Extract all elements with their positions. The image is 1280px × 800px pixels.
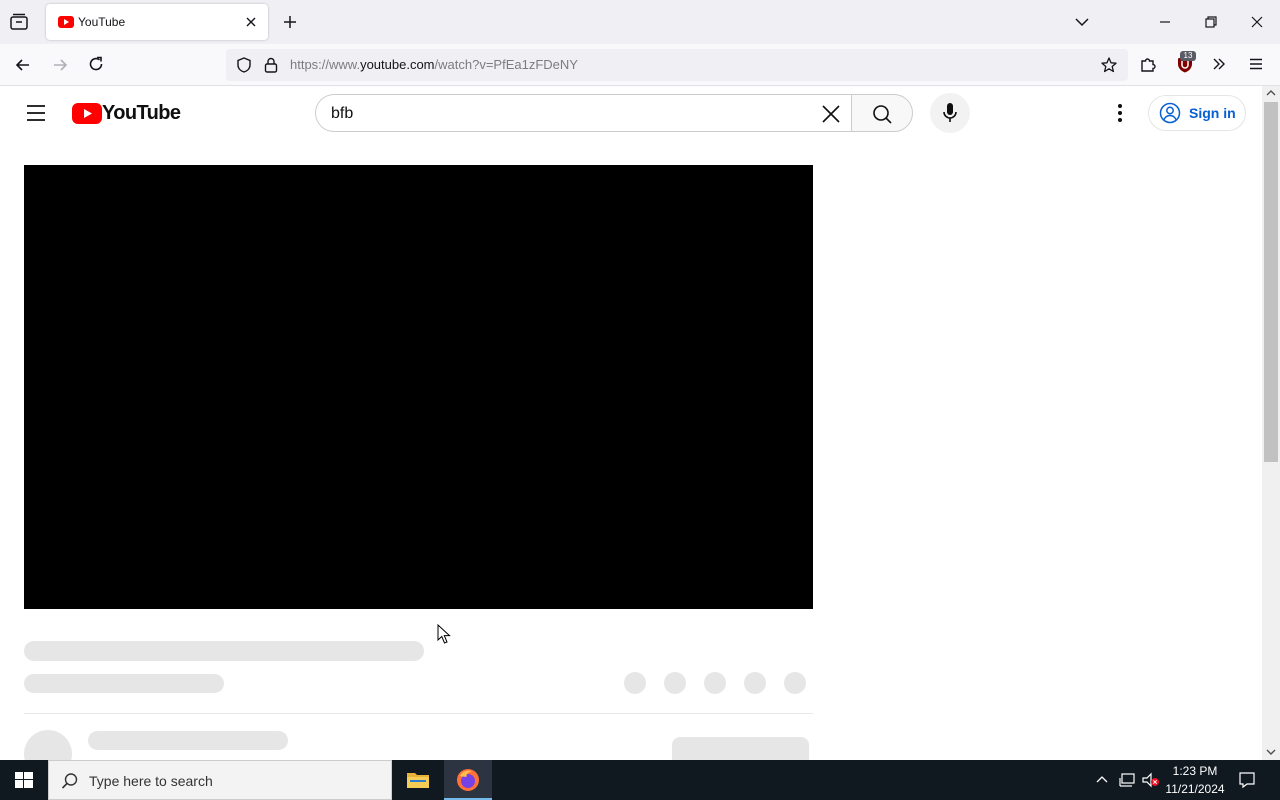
account-icon [1159,102,1181,124]
channel-placeholder [24,674,224,693]
sign-in-button[interactable]: Sign in [1148,95,1246,131]
search-button[interactable] [851,94,913,132]
volume-muted-icon[interactable] [1141,772,1161,788]
reload-icon[interactable] [87,55,105,73]
chevron-down-icon[interactable] [1266,748,1276,756]
close-icon[interactable] [244,15,258,29]
windows-taskbar: Type here to search 1:23 PM 11/21/2024 [0,760,1280,800]
url-prefix: https://www. [290,57,361,72]
chevron-up-icon[interactable] [1266,89,1276,97]
url-bar[interactable]: https://www.youtube.com/watch?v=PfEa1zFD… [226,49,1128,81]
voice-search-button[interactable] [930,93,970,133]
extensions-icon[interactable] [1139,55,1157,73]
search-icon [871,103,893,125]
notification-icon[interactable] [1238,771,1256,789]
scroll-thumb[interactable] [1264,102,1278,462]
minimize-icon[interactable] [1158,15,1172,29]
navigation-toolbar: https://www.youtube.com/watch?v=PfEa1zFD… [0,44,1280,130]
firefox-icon [456,768,480,792]
title-placeholder [24,641,424,661]
youtube-page: YouTube bfb Sign in [0,86,1262,760]
back-icon[interactable] [14,56,32,74]
action-placeholder [624,672,646,694]
windows-start-icon[interactable] [15,772,33,788]
clear-search-icon[interactable] [820,103,842,125]
url-host: youtube.com [360,57,435,72]
taskbar-search-box[interactable]: Type here to search [48,760,392,800]
mic-icon [941,102,959,124]
youtube-logo-icon[interactable] [72,103,102,124]
file-explorer-icon[interactable] [406,770,430,790]
search-input[interactable]: bfb [315,94,851,132]
firefox-taskbar-button[interactable] [444,760,492,800]
subscribe-placeholder [672,737,809,760]
tab-youtube[interactable]: YouTube [46,4,268,40]
tab-overview-icon[interactable] [8,12,30,32]
chevron-up-icon[interactable] [1096,775,1108,785]
new-tab-icon[interactable] [282,14,298,30]
action-placeholder [704,672,726,694]
search-value: bfb [331,105,354,122]
forward-icon[interactable] [51,56,69,74]
youtube-logo-text[interactable]: YouTube [102,102,181,125]
page-scrollbar[interactable] [1262,86,1280,760]
avatar-placeholder [24,730,72,760]
bookmark-star-icon[interactable] [1100,56,1118,74]
tab-title: YouTube [78,15,126,29]
window-close-icon[interactable] [1250,15,1264,29]
extension-badge: 13 [1180,51,1196,61]
network-icon[interactable] [1118,772,1136,788]
more-vert-icon[interactable] [1112,102,1128,124]
search-icon [61,772,79,790]
clock-time[interactable]: 1:23 PM [1166,764,1224,778]
action-placeholder [744,672,766,694]
tab-bar: YouTube [0,0,1280,44]
lock-icon[interactable] [263,56,279,74]
overflow-icon[interactable] [1211,56,1227,72]
restore-icon[interactable] [1204,15,1218,29]
shield-icon[interactable] [235,56,253,74]
sign-in-label: Sign in [1189,105,1236,121]
action-placeholder [784,672,806,694]
list-all-tabs-icon[interactable] [1074,14,1090,30]
divider [24,713,813,714]
video-player[interactable] [24,165,813,609]
owner-placeholder [88,731,288,750]
mouse-cursor [437,624,451,644]
youtube-favicon [58,15,74,29]
taskbar-search-placeholder: Type here to search [89,773,213,789]
menu-icon[interactable] [1248,56,1264,72]
action-placeholder [664,672,686,694]
url-text[interactable]: https://www.youtube.com/watch?v=PfEa1zFD… [290,57,578,72]
hamburger-icon[interactable] [25,102,47,124]
clock-date[interactable]: 11/21/2024 [1160,782,1230,796]
url-path: /watch?v=PfEa1zFDeNY [434,57,578,72]
